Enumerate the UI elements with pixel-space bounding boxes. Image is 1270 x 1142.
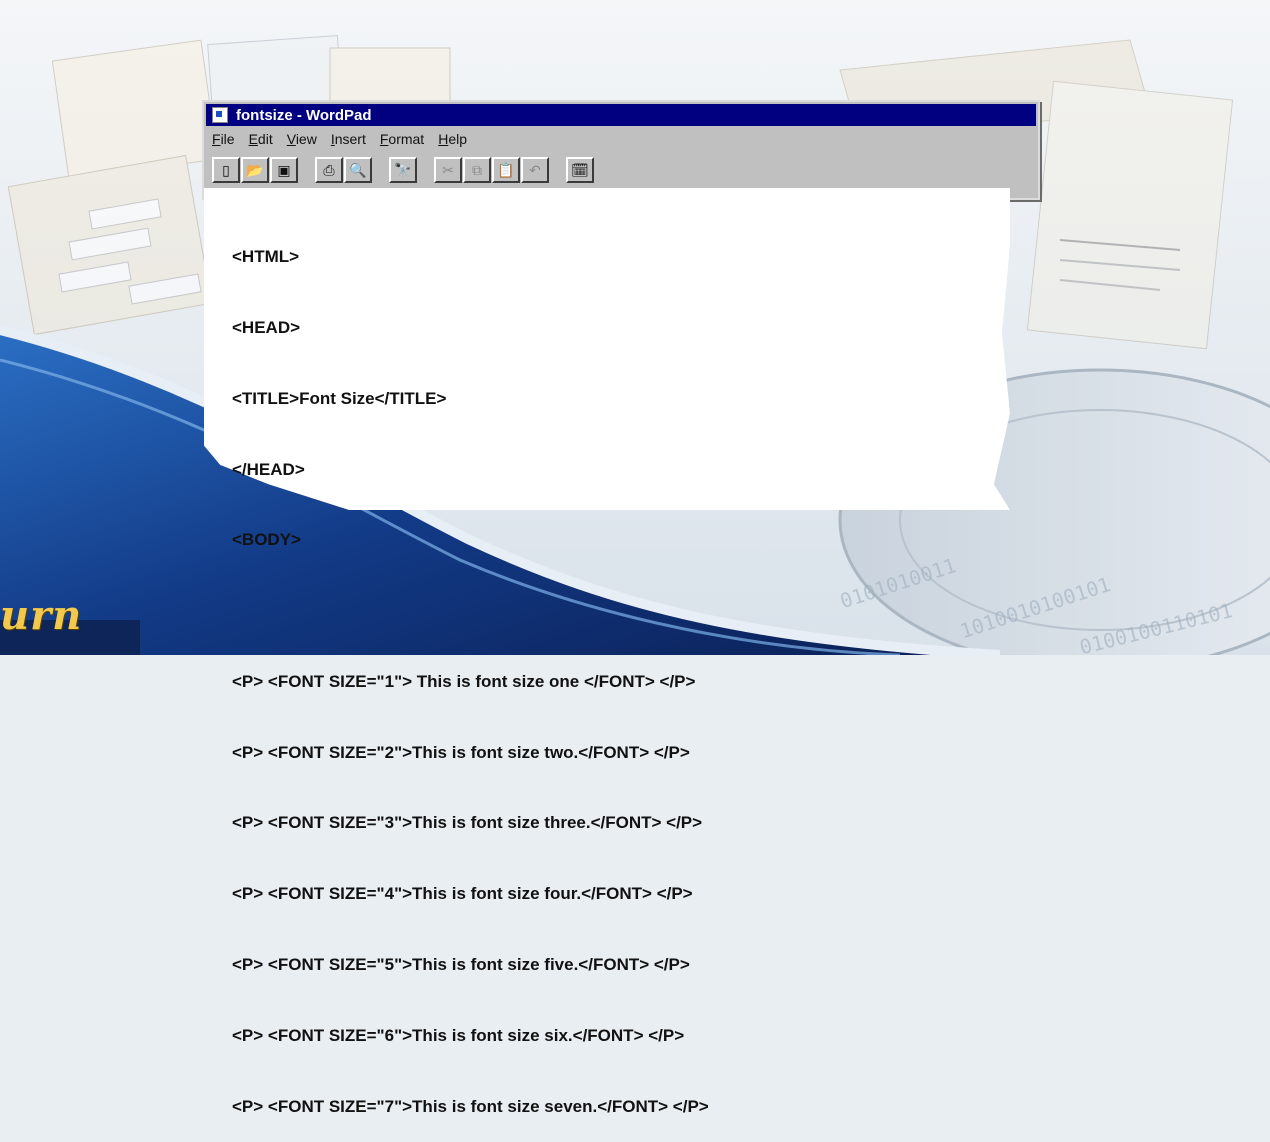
code-line: <TITLE>Font Size</TITLE> bbox=[232, 388, 447, 408]
code-line: <P> <FONT SIZE="3">This is font size thr… bbox=[232, 813, 703, 833]
paste-icon[interactable]: 📋 bbox=[492, 157, 520, 183]
find-icon[interactable]: 🔭 bbox=[389, 157, 417, 183]
code-line: <P> <FONT SIZE="7">This is font size sev… bbox=[232, 1096, 709, 1116]
wordpad-app-icon[interactable] bbox=[212, 107, 228, 123]
menu-view[interactable]: View bbox=[287, 131, 317, 147]
title-bar[interactable]: fontsize - WordPad bbox=[206, 104, 1036, 126]
code-line: <P> <FONT SIZE="1"> This is font size on… bbox=[232, 671, 696, 691]
menu-help[interactable]: Help bbox=[438, 131, 467, 147]
window-title: fontsize - WordPad bbox=[236, 106, 372, 124]
menu-format[interactable]: Format bbox=[380, 131, 424, 147]
document-text[interactable]: <HTML> <HEAD> <TITLE>Font Size</TITLE> <… bbox=[232, 198, 709, 1142]
menu-edit[interactable]: Edit bbox=[249, 131, 273, 147]
toolbar: ▯ 📂 ▣ ⎙ 🔍 🔭 ✂ ⧉ 📋 ↶ 🗓 bbox=[212, 154, 1030, 186]
code-line: </HEAD> bbox=[232, 459, 305, 479]
menu-file[interactable]: File bbox=[212, 131, 235, 147]
wordpad-window: fontsize - WordPad File Edit View Insert… bbox=[202, 100, 1040, 200]
code-line: <HTML> bbox=[232, 247, 300, 267]
menu-bar: File Edit View Insert Format Help bbox=[206, 128, 1036, 150]
print-preview-icon[interactable]: 🔍 bbox=[344, 157, 372, 183]
code-line: <P> <FONT SIZE="4">This is font size fou… bbox=[232, 884, 693, 904]
brand-logo-text: urn bbox=[0, 592, 83, 639]
code-line: <HEAD> bbox=[232, 317, 301, 337]
code-line: <P> <FONT SIZE="5">This is font size fiv… bbox=[232, 955, 690, 974]
cut-icon[interactable]: ✂ bbox=[434, 157, 462, 183]
save-icon[interactable]: ▣ bbox=[270, 157, 298, 183]
code-line: <BODY> bbox=[232, 530, 301, 550]
code-line: <P> <FONT SIZE="2">This is font size two… bbox=[232, 742, 690, 762]
code-line: <P> <FONT SIZE="6">This is font size six… bbox=[232, 1025, 685, 1045]
print-icon[interactable]: ⎙ bbox=[315, 157, 343, 183]
menu-insert[interactable]: Insert bbox=[331, 131, 366, 147]
open-folder-icon[interactable]: 📂 bbox=[241, 157, 269, 183]
copy-icon[interactable]: ⧉ bbox=[463, 157, 491, 183]
datetime-icon[interactable]: 🗓 bbox=[566, 157, 594, 183]
undo-icon[interactable]: ↶ bbox=[521, 157, 549, 183]
new-doc-icon[interactable]: ▯ bbox=[212, 157, 240, 183]
